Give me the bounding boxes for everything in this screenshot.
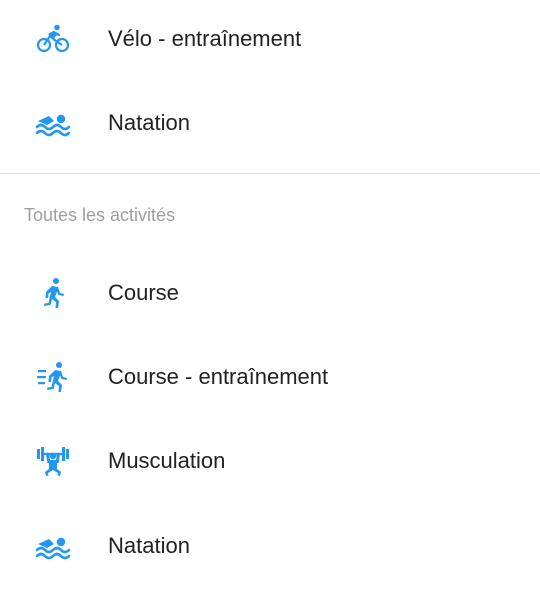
- weightlifting-icon: [35, 443, 71, 479]
- run-icon: [35, 275, 71, 311]
- activity-label: Course: [108, 280, 179, 305]
- activity-label: Natation: [108, 533, 190, 558]
- bike-icon: [35, 21, 71, 57]
- activity-item-musculation[interactable]: Musculation: [0, 419, 540, 503]
- activity-item-velo-entrainement[interactable]: Vélo - entraînement: [0, 0, 540, 81]
- activity-label: Musculation: [108, 448, 226, 473]
- run-fast-icon: [35, 359, 71, 395]
- swim-icon: [35, 105, 71, 141]
- activity-item-natation[interactable]: Natation: [0, 504, 540, 588]
- activity-item-course[interactable]: Course: [0, 251, 540, 335]
- activity-item-course-entrainement[interactable]: Course - entraînement: [0, 335, 540, 419]
- activity-item-natation[interactable]: Natation: [0, 81, 540, 165]
- swim-icon: [35, 528, 71, 564]
- divider: [0, 173, 540, 174]
- activity-label: Natation: [108, 110, 190, 135]
- section-header-all-activities: Toutes les activités: [24, 205, 176, 225]
- activity-label: Vélo - entraînement: [108, 26, 302, 51]
- activity-label: Course - entraînement: [108, 364, 329, 389]
